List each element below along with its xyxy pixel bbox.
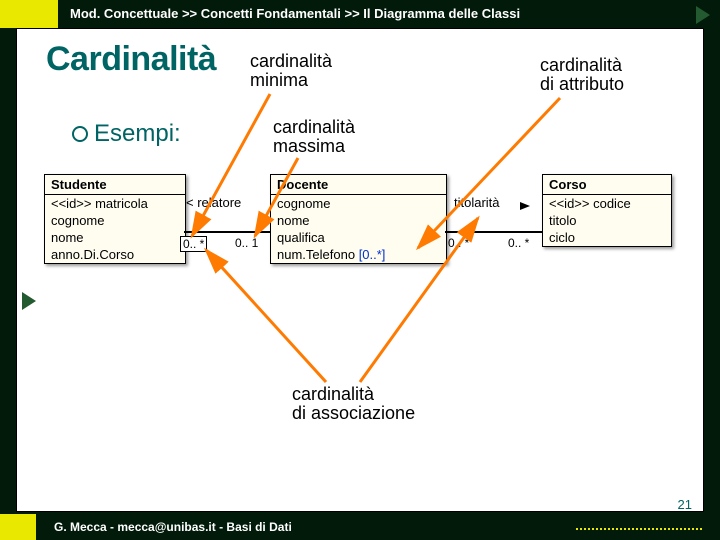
attr: nome [271, 212, 446, 229]
label-card-attr: cardinalità di attributo [540, 56, 624, 94]
mult-docente-left: 0.. 1 [235, 236, 258, 250]
mult-corso: 0.. * [508, 236, 529, 250]
class-corso: Corso <<id>> codice titolo ciclo [542, 174, 672, 247]
class-studente: Studente <<id>> matricola cognome nome a… [44, 174, 186, 264]
label-card-min: cardinalità minima [250, 52, 332, 90]
attr: qualifica [271, 229, 446, 246]
assoc-relatore-label: < relatore [186, 195, 241, 210]
attr: cognome [45, 212, 185, 229]
mult-studente: 0.. * [180, 236, 207, 252]
multiplicity-attr: [0..*] [359, 247, 386, 262]
label-card-max: cardinalità massima [273, 118, 355, 156]
attr: num.Telefono [0..*] [271, 246, 446, 263]
label-card-assoc: cardinalità di associazione [292, 385, 415, 423]
attr: nome [45, 229, 185, 246]
subtitle-esempi: Esempi: [72, 120, 181, 148]
next-slide-icon[interactable] [696, 6, 710, 24]
class-docente: Docente cognome nome qualifica num.Telef… [270, 174, 447, 264]
attr: anno.Di.Corso [45, 246, 185, 263]
class-studente-title: Studente [45, 175, 185, 195]
attr: ciclo [543, 229, 671, 246]
page-title: Cardinalità [46, 40, 216, 79]
slide-body [16, 28, 704, 512]
attr: <<id>> matricola [45, 195, 185, 212]
assoc-titolarita-label: titolarità [454, 195, 500, 210]
footer-logo [0, 514, 36, 540]
attr: <<id>> codice [543, 195, 671, 212]
page-number: 21 [678, 497, 692, 512]
footer-text: G. Mecca - mecca@unibas.it - Basi di Dat… [54, 520, 292, 534]
class-corso-title: Corso [543, 175, 671, 195]
attr: cognome [271, 195, 446, 212]
logo-block [0, 0, 58, 28]
bullet-icon [72, 126, 88, 142]
class-docente-title: Docente [271, 175, 446, 195]
play-icon[interactable] [22, 292, 36, 310]
attr: titolo [543, 212, 671, 229]
mult-docente-right: 0.. * [448, 236, 469, 250]
breadcrumb: Mod. Concettuale >> Concetti Fondamental… [70, 6, 680, 21]
footer-decoration [576, 528, 702, 530]
